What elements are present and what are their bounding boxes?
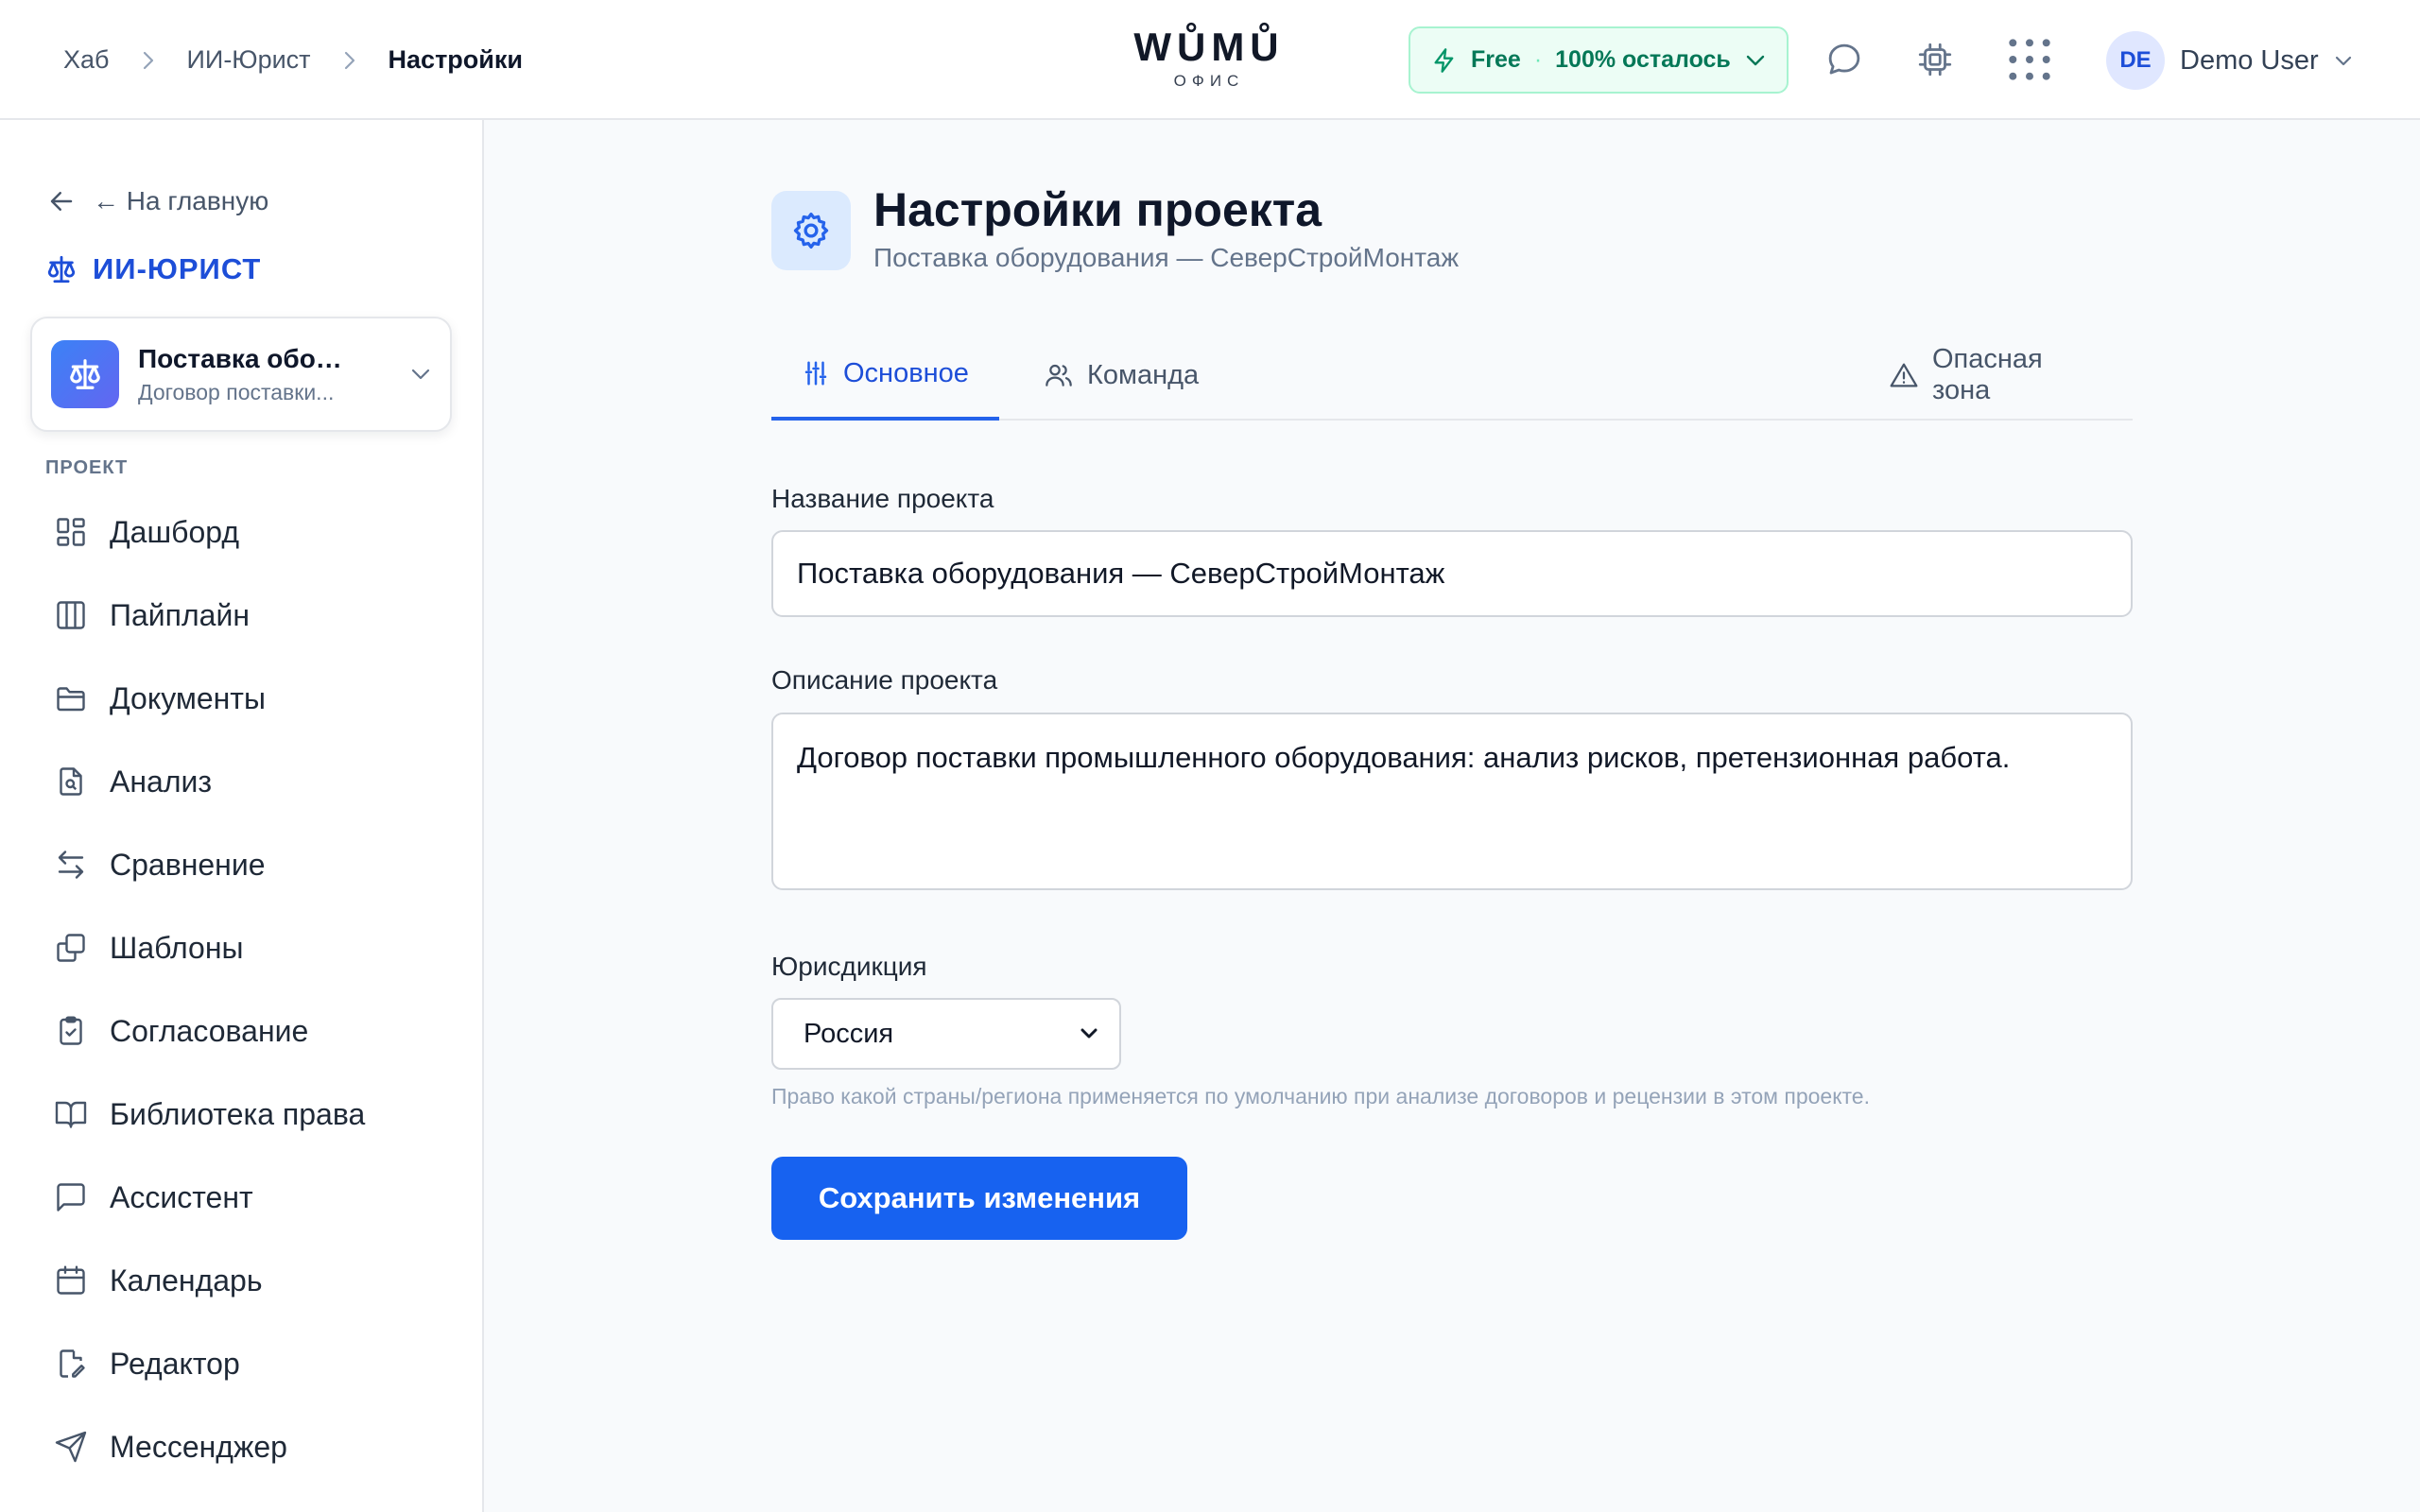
sidebar-item-label: Дашборд [110,514,239,549]
project-name-label: Название проекта [771,484,994,513]
user-menu[interactable]: DE Demo User [2106,30,2353,91]
dashboard-icon [53,514,89,550]
plan-remaining: 100% осталось [1555,46,1731,73]
tab-label: Команда [1087,359,1200,390]
settings-tabs: Основное Команда Опасная зона [771,330,2133,421]
tab-danger-zone[interactable]: Опасная зона [1858,330,2133,421]
arrow-left-icon [47,187,76,215]
save-changes-button[interactable]: Сохранить изменения [771,1157,1187,1240]
project-description-textarea[interactable]: Договор поставки промышленного оборудова… [771,713,2133,890]
sidebar-item-label: Документы [110,680,266,715]
sidebar-item-dashboard[interactable]: Дашборд [38,490,454,574]
sidebar-item-documents[interactable]: Документы [38,657,454,740]
tab-general[interactable]: Основное [771,330,999,421]
project-switcher[interactable]: Поставка обор... Договор поставки... [30,317,452,432]
sidebar-item-law-library[interactable]: Библиотека права [38,1073,454,1156]
sidebar-nav: Дашборд Пайплайн Документы Анализ Сравне… [38,490,454,1488]
gear-icon [771,191,851,270]
copy-icon [53,930,89,966]
tab-team[interactable]: Команда [1013,330,1229,421]
warning-icon [1889,360,1919,390]
sliders-icon [802,359,830,387]
lightning-icon [1431,46,1458,75]
sidebar-item-label: Библиотека права [110,1096,366,1131]
book-icon [53,1096,89,1132]
sidebar-item-messenger[interactable]: Мессенджер [38,1405,454,1488]
breadcrumb-current: Настройки [388,45,523,74]
sidebar-item-label: Мессенджер [110,1429,287,1464]
chat-icon[interactable] [1823,38,1866,81]
sidebar-item-label: Согласование [110,1013,309,1048]
sidebar-item-compare[interactable]: Сравнение [38,823,454,906]
plan-separator: · [1533,46,1543,73]
back-to-home-link[interactable]: ← На главную [47,186,268,216]
breadcrumb-ai-lawyer[interactable]: ИИ-Юрист [187,45,311,75]
page-title: Настройки проекта [873,183,1322,236]
logo-brand: WŮMŮ [1133,25,1285,69]
sidebar-item-approval[interactable]: Согласование [38,989,454,1073]
sidebar-item-calendar[interactable]: Календарь [38,1239,454,1322]
sidebar-item-label: Календарь [110,1263,263,1297]
jurisdiction-label: Юрисдикция [771,952,927,981]
top-bar: Хаб ИИ-Юрист Настройки WŮMŮ ОФИС Free · … [0,0,2420,120]
module-title-text: ИИ-ЮРИСТ [93,252,262,285]
cpu-icon[interactable] [1913,38,1957,81]
sidebar-item-templates[interactable]: Шаблоны [38,906,454,989]
user-name: Demo User [2180,44,2319,76]
back-label: ← На главную [93,186,269,215]
tab-label: Основное [843,357,969,388]
breadcrumb-hub[interactable]: Хаб [63,45,110,75]
avatar: DE [2106,31,2165,90]
sidebar-item-analysis[interactable]: Анализ [38,740,454,823]
project-subtitle: Договор поставки... [138,379,335,404]
section-label: ПРОЕКТ [45,457,129,478]
send-icon [53,1429,89,1465]
file-search-icon [53,764,89,799]
project-title: Поставка обор... [138,343,351,373]
sidebar: ← На главную ИИ-ЮРИСТ Поставка обор... Д… [0,120,484,1512]
main-content: Настройки проекта Поставка оборудования … [486,120,2420,1512]
chevron-right-icon [142,50,155,71]
file-edit-icon [53,1346,89,1382]
sidebar-item-label: Сравнение [110,847,266,882]
jurisdiction-select[interactable]: Россия [771,998,1121,1070]
calendar-icon [53,1263,89,1298]
apps-grid-icon[interactable] [2008,38,2051,81]
scales-icon [45,253,78,285]
breadcrumb: Хаб ИИ-Юрист Настройки [63,0,523,120]
sidebar-item-pipeline[interactable]: Пайплайн [38,574,454,657]
plan-name: Free [1471,46,1521,73]
sidebar-item-label: Шаблоны [110,930,244,965]
arrows-compare-icon [53,847,89,883]
folder-icon [53,680,89,716]
logo[interactable]: WŮMŮ ОФИС [1131,25,1288,91]
jurisdiction-hint: Право какой страны/региона применяется п… [771,1084,1870,1108]
sidebar-item-label: Ассистент [110,1179,253,1214]
project-scales-icon [51,340,119,408]
chat-icon [53,1179,89,1215]
project-name-input[interactable]: Поставка оборудования — СеверСтройМонтаж [771,530,2133,617]
chevron-down-icon [1080,1027,1098,1040]
clipboard-check-icon [53,1013,89,1049]
users-icon [1044,360,1074,390]
sidebar-item-label: Редактор [110,1346,240,1381]
chevron-down-icon [1745,54,1766,67]
chevron-right-icon [343,50,356,71]
plan-usage-button[interactable]: Free · 100% осталось [1409,26,1789,94]
pipeline-icon [53,597,89,633]
sidebar-item-label: Анализ [110,764,213,799]
tab-label: Опасная зона [1932,344,2043,405]
sidebar-item-assistant[interactable]: Ассистент [38,1156,454,1239]
chevron-down-icon [2334,55,2353,66]
jurisdiction-value: Россия [804,1018,894,1049]
logo-subtitle: ОФИС [1173,72,1245,90]
module-title: ИИ-ЮРИСТ [45,252,261,286]
sidebar-item-label: Пайплайн [110,597,251,632]
page-subtitle: Поставка оборудования — СеверСтройМонтаж [873,243,1460,272]
sidebar-item-editor[interactable]: Редактор [38,1322,454,1405]
project-description-label: Описание проекта [771,665,998,695]
chevron-down-icon [410,368,431,381]
